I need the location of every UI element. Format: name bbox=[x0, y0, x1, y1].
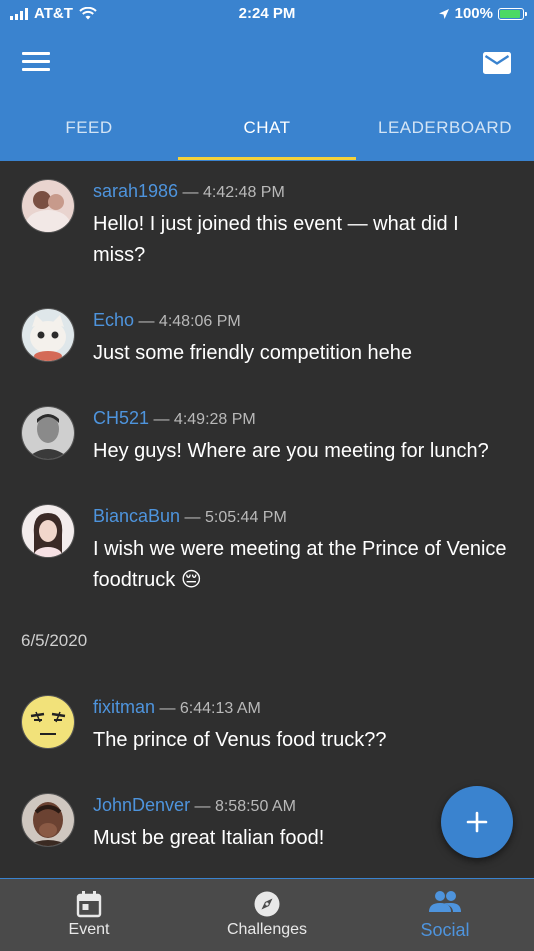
message-time: 6:44:13 AM bbox=[179, 700, 261, 717]
message-time: 4:49:28 PM bbox=[173, 411, 256, 428]
message-header: BiancaBun — 5:05:44 PM bbox=[93, 506, 287, 526]
nav-challenges-label: Challenges bbox=[226, 921, 308, 938]
battery-icon bbox=[498, 7, 527, 20]
status-right: 100% bbox=[438, 5, 527, 22]
message-username[interactable]: fixitman bbox=[93, 697, 155, 717]
avatar[interactable] bbox=[21, 504, 75, 558]
message-text: Hello! I just joined this event — what d… bbox=[93, 213, 459, 266]
bottom-nav: Event Challenges Social bbox=[0, 878, 534, 951]
plus-icon bbox=[466, 811, 488, 833]
message-header: Echo — 4:48:06 PM bbox=[93, 310, 241, 330]
status-left: AT&T bbox=[10, 5, 97, 22]
message-username[interactable]: BiancaBun bbox=[93, 506, 180, 526]
tab-leaderboard[interactable]: LEADERBOARD bbox=[356, 98, 534, 161]
nav-challenges[interactable]: Challenges bbox=[178, 879, 356, 951]
location-arrow-icon bbox=[438, 8, 449, 19]
tab-chat[interactable]: CHAT bbox=[178, 98, 356, 161]
avatar[interactable] bbox=[21, 179, 75, 233]
avatar[interactable] bbox=[21, 695, 75, 749]
message-header: CH521 — 4:49:28 PM bbox=[93, 408, 256, 428]
message-text: I wish we were meeting at the Prince of … bbox=[93, 538, 507, 591]
tab-feed[interactable]: FEED bbox=[0, 98, 178, 161]
add-message-button[interactable] bbox=[441, 786, 513, 858]
message-time: 5:05:44 PM bbox=[204, 509, 287, 526]
avatar[interactable] bbox=[21, 793, 75, 847]
calendar-icon bbox=[76, 891, 102, 918]
nav-social[interactable]: Social bbox=[356, 879, 534, 951]
nav-social-label: Social bbox=[420, 920, 470, 940]
message-time: 4:42:48 PM bbox=[202, 184, 285, 201]
message-text: Hey guys! Where are you meeting for lunc… bbox=[93, 440, 489, 462]
message-username[interactable]: CH521 bbox=[93, 408, 149, 428]
mail-icon[interactable] bbox=[482, 50, 512, 76]
message-username[interactable]: sarah1986 bbox=[93, 181, 178, 201]
avatar[interactable] bbox=[21, 308, 75, 362]
avatar[interactable] bbox=[21, 406, 75, 460]
people-icon bbox=[429, 891, 461, 912]
message-header: JohnDenver — 8:58:50 AM bbox=[93, 795, 296, 815]
date-separator: 6/5/2020 bbox=[21, 631, 88, 650]
app-bar: FEED CHAT LEADERBOARD bbox=[0, 28, 534, 161]
message-username[interactable]: JohnDenver bbox=[93, 795, 190, 815]
menu-icon[interactable] bbox=[22, 52, 50, 74]
signal-icon bbox=[10, 7, 28, 20]
message-time: 8:58:50 AM bbox=[214, 798, 296, 815]
battery-percent: 100% bbox=[454, 5, 493, 22]
message-text: Just some friendly competition hehe bbox=[93, 342, 413, 364]
tab-bar: FEED CHAT LEADERBOARD bbox=[0, 98, 534, 161]
carrier-label: AT&T bbox=[34, 5, 73, 22]
wifi-icon bbox=[79, 7, 97, 20]
message-header: fixitman — 6:44:13 AM bbox=[93, 697, 261, 717]
message-header: sarah1986 — 4:42:48 PM bbox=[93, 181, 285, 201]
compass-icon bbox=[254, 891, 280, 917]
message-time: 4:48:06 PM bbox=[158, 313, 241, 330]
nav-event-label: Event bbox=[68, 921, 110, 938]
message-text: The prince of Venus food truck?? bbox=[93, 729, 387, 751]
message-username[interactable]: Echo bbox=[93, 310, 134, 330]
nav-event[interactable]: Event bbox=[0, 879, 178, 951]
status-bar: AT&T 2:24 PM 100% bbox=[0, 0, 534, 28]
chat-feed[interactable]: sarah1986 — 4:42:48 PM Hello! I just joi… bbox=[0, 161, 534, 878]
